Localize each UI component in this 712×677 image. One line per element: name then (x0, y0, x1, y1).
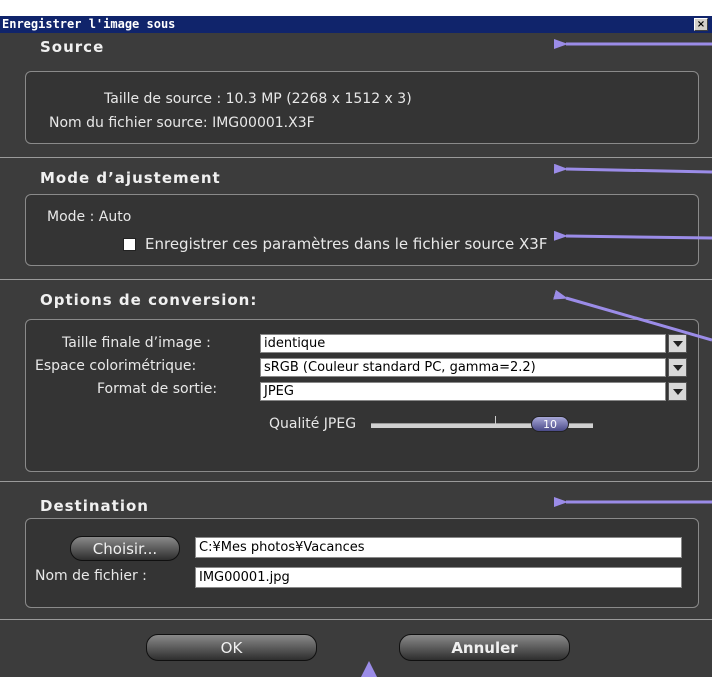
title-bar[interactable]: Enregistrer l'image sous × (0, 16, 712, 33)
conversion-panel: Taille finale d’image : identique Espace… (25, 319, 699, 472)
adjust-panel: Mode : Auto Enregistrer ces paramètres d… (25, 194, 699, 266)
source-filename-text: Nom du fichier source: IMG00001.X3F (49, 115, 315, 131)
adjust-section-title: Mode d’ajustement (40, 169, 221, 187)
source-size-text: Taille de source : 10.3 MP (2268 x 1512 … (104, 91, 412, 107)
colorspace-label: Espace colorimétrique: (35, 358, 197, 374)
final-size-label: Taille finale d’image : (62, 335, 211, 351)
window-title: Enregistrer l'image sous (2, 17, 176, 31)
jpeg-quality-label: Qualité JPEG (269, 416, 357, 432)
filename-label: Nom de fichier : (35, 568, 147, 584)
conversion-section-header: Options de conversion: (0, 279, 712, 314)
output-format-select[interactable]: JPEG (260, 382, 666, 401)
cancel-button[interactable]: Annuler (399, 634, 570, 661)
output-format-label: Format de sortie: (97, 381, 218, 397)
source-section-header: Source (0, 33, 712, 67)
save-params-label: Enregistrer ces paramètres dans le fichi… (145, 235, 548, 253)
destination-panel: Choisir... C:¥Mes photos¥Vacances Nom de… (25, 518, 699, 608)
source-section-title: Source (40, 38, 105, 56)
source-panel: Taille de source : 10.3 MP (2268 x 1512 … (25, 71, 699, 144)
jpeg-quality-slider-knob[interactable]: 10 (531, 416, 569, 432)
filename-field[interactable]: IMG00001.jpg (195, 567, 682, 588)
colorspace-select[interactable]: sRGB (Couleur standard PC, gamma=2.2) (260, 358, 666, 377)
output-format-dropdown-icon[interactable] (668, 382, 687, 401)
save-params-checkbox[interactable] (123, 238, 136, 251)
destination-path-field[interactable]: C:¥Mes photos¥Vacances (195, 537, 682, 558)
final-size-select[interactable]: identique (260, 334, 666, 353)
final-size-dropdown-icon[interactable] (668, 334, 687, 353)
mode-text: Mode : Auto (47, 209, 132, 225)
dialog-body: Source Taille de source : 10.3 MP (2268 … (0, 33, 712, 677)
colorspace-dropdown-icon[interactable] (668, 358, 687, 377)
save-image-dialog: Enregistrer l'image sous × Source Taille… (0, 0, 712, 677)
choose-folder-button[interactable]: Choisir... (70, 536, 180, 561)
destination-section-title: Destination (40, 497, 149, 515)
adjust-section-header: Mode d’ajustement (0, 157, 712, 192)
conversion-section-title: Options de conversion: (40, 291, 258, 309)
button-bar-divider (0, 619, 712, 620)
close-button[interactable]: × (694, 18, 708, 31)
destination-section-header: Destination (0, 481, 712, 516)
ok-button[interactable]: OK (146, 634, 317, 661)
slider-tick (495, 416, 496, 424)
